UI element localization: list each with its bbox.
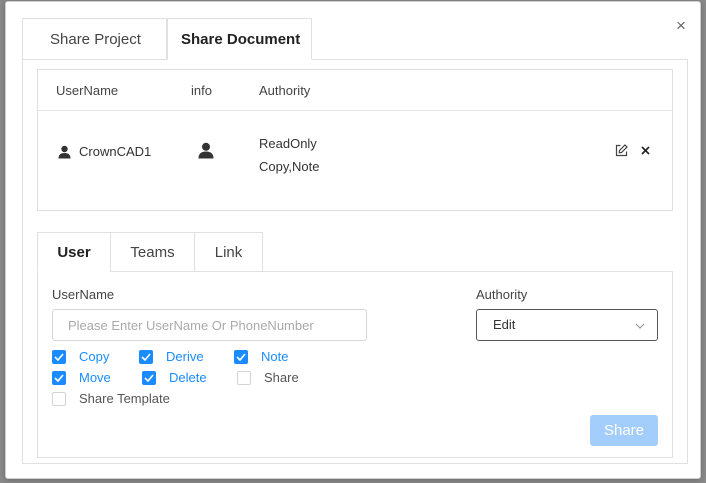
dialog-tabs: Share Project Share Document bbox=[22, 18, 312, 60]
permission-label: Note bbox=[261, 349, 289, 364]
tab-share-document[interactable]: Share Document bbox=[167, 18, 312, 60]
share-button[interactable]: Share bbox=[590, 415, 658, 446]
table-header: UserName info Authority bbox=[38, 70, 672, 111]
username-label: UserName bbox=[52, 287, 115, 302]
checkbox-unchecked-icon bbox=[237, 370, 251, 385]
shared-authority: ReadOnly Copy,Note bbox=[259, 132, 319, 178]
column-header-info: info bbox=[191, 83, 212, 98]
tab-share-project[interactable]: Share Project bbox=[22, 18, 167, 60]
row-actions bbox=[614, 143, 652, 157]
permission-label: Derive bbox=[166, 349, 204, 364]
tab-link[interactable]: Link bbox=[194, 232, 263, 272]
permission-delete-checkbox[interactable]: Delete bbox=[142, 370, 207, 385]
remove-user-icon[interactable] bbox=[638, 143, 652, 157]
permission-label: Share Template bbox=[79, 391, 170, 406]
checkbox-checked-icon bbox=[52, 370, 66, 385]
permission-share-checkbox[interactable]: Share bbox=[237, 370, 299, 385]
user-info-icon[interactable] bbox=[198, 142, 214, 162]
edit-icon[interactable] bbox=[614, 143, 628, 157]
checkbox-unchecked-icon bbox=[52, 391, 66, 406]
permission-note-checkbox[interactable]: Note bbox=[234, 349, 288, 364]
user-icon bbox=[58, 145, 71, 159]
permission-copy-checkbox[interactable]: Copy bbox=[52, 349, 109, 364]
shared-users-table: UserName info Authority CrownCAD1 ReadOn… bbox=[37, 69, 673, 211]
permission-label: Share bbox=[264, 370, 299, 385]
share-user-form: UserName Authority Edit Copy Derive Note bbox=[37, 271, 673, 458]
share-target-tabs: User Teams Link bbox=[37, 232, 263, 272]
checkbox-checked-icon bbox=[139, 349, 153, 364]
shared-username: CrownCAD1 bbox=[79, 144, 152, 159]
username-input[interactable] bbox=[52, 309, 367, 341]
share-document-panel: UserName info Authority CrownCAD1 ReadOn… bbox=[22, 59, 688, 464]
permission-derive-checkbox[interactable]: Derive bbox=[139, 349, 204, 364]
permission-label: Delete bbox=[169, 370, 207, 385]
share-dialog: × Share Project Share Document UserName … bbox=[5, 1, 701, 479]
permission-move-checkbox[interactable]: Move bbox=[52, 370, 111, 385]
chevron-down-icon bbox=[635, 323, 645, 329]
authority-selected-value: Edit bbox=[493, 317, 516, 332]
checkbox-checked-icon bbox=[142, 370, 156, 385]
checkbox-checked-icon bbox=[52, 349, 66, 364]
column-header-authority: Authority bbox=[259, 83, 311, 98]
close-icon[interactable]: × bbox=[673, 17, 689, 34]
checkbox-checked-icon bbox=[234, 349, 248, 364]
authority-select[interactable]: Edit bbox=[476, 309, 658, 341]
permission-label: Copy bbox=[79, 349, 110, 364]
authority-level: ReadOnly bbox=[259, 136, 317, 151]
authority-label: Authority bbox=[476, 287, 528, 302]
authority-permissions: Copy,Note bbox=[259, 159, 320, 174]
permission-label: Move bbox=[79, 370, 111, 385]
table-row-user: CrownCAD1 bbox=[58, 144, 151, 159]
tab-user[interactable]: User bbox=[37, 232, 111, 272]
tab-teams[interactable]: Teams bbox=[110, 232, 195, 272]
permission-share-template-checkbox[interactable]: Share Template bbox=[52, 391, 170, 406]
column-header-username: UserName bbox=[56, 83, 119, 98]
